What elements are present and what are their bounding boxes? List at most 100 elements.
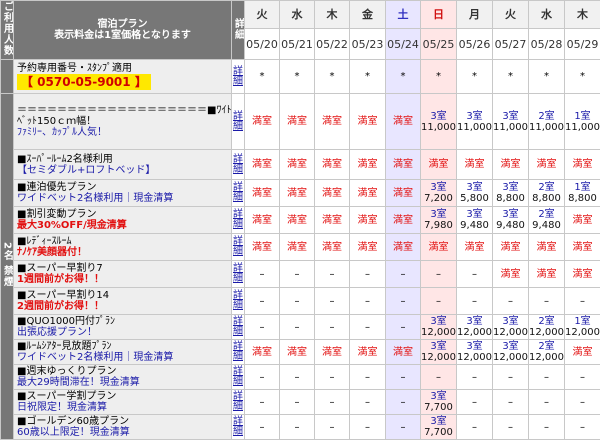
- price: 11,000: [565, 122, 600, 133]
- availability-cell: –: [280, 315, 315, 340]
- plan-line: ■ﾙｰﾑｼｱﾀｰ見放題ﾌﾟﾗﾝ: [17, 341, 228, 352]
- availability-cell[interactable]: 3室11,000: [421, 94, 457, 150]
- availability-cell[interactable]: 2室9,480: [529, 207, 565, 234]
- plan-row: ■ﾙｰﾑｼｱﾀｰ見放題ﾌﾟﾗﾝワイドベット2名様利用｜現金清算詳細満室満室満室満…: [1, 340, 600, 365]
- availability-cell: –: [457, 365, 493, 390]
- detail-char: 細: [232, 220, 244, 230]
- plan-name-cell[interactable]: ■スーパー早割り142週間前がお得！！: [14, 288, 232, 315]
- detail-char: 細: [232, 377, 244, 387]
- plan-name-cell[interactable]: ■スーパー学割プラン日祝限定！現金清算: [14, 390, 232, 415]
- rooms-left: 3室: [457, 111, 492, 122]
- plan-name-cell[interactable]: ■ﾚﾃﾞｨｰｽﾙｰﾑﾅﾉｹｱ美顔器付！: [14, 234, 232, 261]
- plan-detail-link[interactable]: 詳細: [232, 60, 245, 94]
- availability-cell[interactable]: 3室7,700: [421, 415, 457, 440]
- rooms-left: 2室: [529, 209, 564, 220]
- day-of-week-9: 木: [565, 1, 600, 29]
- date-7: 05/27: [493, 29, 529, 60]
- availability-cell[interactable]: 3室11,000: [493, 94, 529, 150]
- day-of-week-8: 水: [529, 1, 565, 29]
- plan-detail-link[interactable]: 詳細: [232, 365, 245, 390]
- plan-detail-link[interactable]: 詳細: [232, 261, 245, 288]
- plan-detail-link[interactable]: 詳細: [232, 415, 245, 440]
- plan-name-cell[interactable]: ＝＝＝＝＝＝＝＝＝＝＝＝＝＝＝＝＝＝＝■ﾜｲﾄﾞﾍﾞｯﾄ150ｃｍ幅！ﾌｧﾐﾘｰ…: [14, 94, 232, 150]
- plan-detail-link[interactable]: 詳細: [232, 94, 245, 150]
- availability-cell: 満室: [493, 261, 529, 288]
- plan-detail-link[interactable]: 詳細: [232, 207, 245, 234]
- plan-line: 60歳以上限定！現金清算: [17, 427, 228, 438]
- plan-name-cell[interactable]: ■スーパー早割り71週間前がお得！！: [14, 261, 232, 288]
- plan-detail-link[interactable]: 詳細: [232, 390, 245, 415]
- availability-cell[interactable]: 1室12,000: [565, 315, 600, 340]
- date-9: 05/29: [565, 29, 600, 60]
- availability-cell: –: [280, 365, 315, 390]
- availability-cell[interactable]: 3室7,200: [421, 180, 457, 207]
- plan-row: ■QUO1000円付ﾌﾟﾗﾝ出張応援プラン！詳細–––––3室12,0003室1…: [1, 315, 600, 340]
- plan-row: ■週末ゆっくりプラン最大29時間滞在！現金清算詳細––––––––––: [1, 365, 600, 390]
- availability-cell: 満室: [315, 234, 350, 261]
- day-of-week-4: 土: [386, 1, 421, 29]
- availability-cell[interactable]: 2室12,000: [529, 315, 565, 340]
- availability-cell: 満室: [280, 234, 315, 261]
- price: 5,800: [457, 193, 492, 204]
- availability-cell: –: [315, 415, 350, 440]
- plan-name-cell[interactable]: ■割引変動プラン最大30%OFF/現金清算: [14, 207, 232, 234]
- detail-char: 細: [232, 122, 244, 132]
- availability-cell[interactable]: 2室12,000: [529, 340, 565, 365]
- plan-name-cell[interactable]: ■ゴールデン60歳プラン60歳以上限定！現金清算: [14, 415, 232, 440]
- plan-line: ﾌｧﾐﾘｰ、ｶｯﾌﾟﾙ人気！: [17, 127, 228, 138]
- availability-cell[interactable]: 2室8,800: [529, 180, 565, 207]
- availability-cell: 満室: [565, 207, 600, 234]
- availability-cell[interactable]: 2室11,000: [529, 94, 565, 150]
- date-6: 05/26: [457, 29, 493, 60]
- availability-cell: 満室: [529, 261, 565, 288]
- detail-char: 細: [232, 301, 244, 311]
- availability-cell: 満室: [350, 340, 386, 365]
- plan-detail-link[interactable]: 詳細: [232, 288, 245, 315]
- availability-cell: *: [565, 60, 600, 94]
- plan-detail-link[interactable]: 詳細: [232, 150, 245, 180]
- availability-cell[interactable]: 3室7,980: [421, 207, 457, 234]
- availability-cell: –: [245, 261, 280, 288]
- availability-cell: 満室: [529, 234, 565, 261]
- rooms-left: 2室: [529, 182, 564, 193]
- plan-line: ■ｽｰﾊﾟｰﾙｰﾑ2名様利用: [17, 154, 228, 165]
- availability-cell[interactable]: 3室5,800: [457, 180, 493, 207]
- plan-name-cell[interactable]: ■QUO1000円付ﾌﾟﾗﾝ出張応援プラン！: [14, 315, 232, 340]
- availability-cell[interactable]: 3室12,000: [421, 315, 457, 340]
- availability-cell[interactable]: 3室12,000: [493, 340, 529, 365]
- availability-cell[interactable]: 3室12,000: [457, 315, 493, 340]
- availability-cell[interactable]: 3室11,000: [457, 94, 493, 150]
- plan-name-cell[interactable]: ■ﾙｰﾑｼｱﾀｰ見放題ﾌﾟﾗﾝワイドベット2名様利用｜現金清算: [14, 340, 232, 365]
- detail-char: 細: [232, 402, 244, 412]
- plan-detail-link[interactable]: 詳細: [232, 315, 245, 340]
- availability-cell[interactable]: 1室8,800: [565, 180, 600, 207]
- availability-cell: –: [457, 390, 493, 415]
- availability-cell[interactable]: 3室9,480: [493, 207, 529, 234]
- detail-char: 細: [232, 352, 244, 362]
- date-4: 05/24: [386, 29, 421, 60]
- plan-name-cell[interactable]: 予約専用番号・ｽﾀﾝﾌﾟ適用【 0570-05-9001 】: [14, 60, 232, 94]
- availability-cell[interactable]: 3室8,800: [493, 180, 529, 207]
- availability-cell[interactable]: 3室12,000: [457, 340, 493, 365]
- plan-name-cell[interactable]: ■連泊優先プランワイドベット2名様利用｜現金清算: [14, 180, 232, 207]
- plan-detail-link[interactable]: 詳細: [232, 340, 245, 365]
- availability-cell: *: [315, 60, 350, 94]
- availability-cell[interactable]: 3室12,000: [493, 315, 529, 340]
- plan-detail-link[interactable]: 詳細: [232, 180, 245, 207]
- availability-cell: –: [457, 288, 493, 315]
- availability-cell: *: [350, 60, 386, 94]
- plan-detail-link[interactable]: 詳細: [232, 234, 245, 261]
- availability-cell: 満室: [386, 234, 421, 261]
- availability-cell[interactable]: 3室9,480: [457, 207, 493, 234]
- price: 9,480: [457, 220, 492, 231]
- guests-header-label: ご利用人数: [2, 1, 13, 56]
- plan-name-cell[interactable]: ■ｽｰﾊﾟｰﾙｰﾑ2名様利用【セミダブル+ロフトベッド】: [14, 150, 232, 180]
- availability-cell[interactable]: 3室7,700: [421, 390, 457, 415]
- plan-line: 【 0570-05-9001 】: [17, 74, 228, 90]
- plan-row: ■ゴールデン60歳プラン60歳以上限定！現金清算詳細–––––3室7,700––…: [1, 415, 600, 440]
- availability-cell[interactable]: 1室11,000: [565, 94, 600, 150]
- plan-line: ワイドベット2名様利用｜現金清算: [17, 193, 228, 204]
- plan-name-cell[interactable]: ■週末ゆっくりプラン最大29時間滞在！現金清算: [14, 365, 232, 390]
- plan-line: ■スーパー学割プラン: [17, 391, 228, 402]
- availability-cell[interactable]: 3室12,000: [421, 340, 457, 365]
